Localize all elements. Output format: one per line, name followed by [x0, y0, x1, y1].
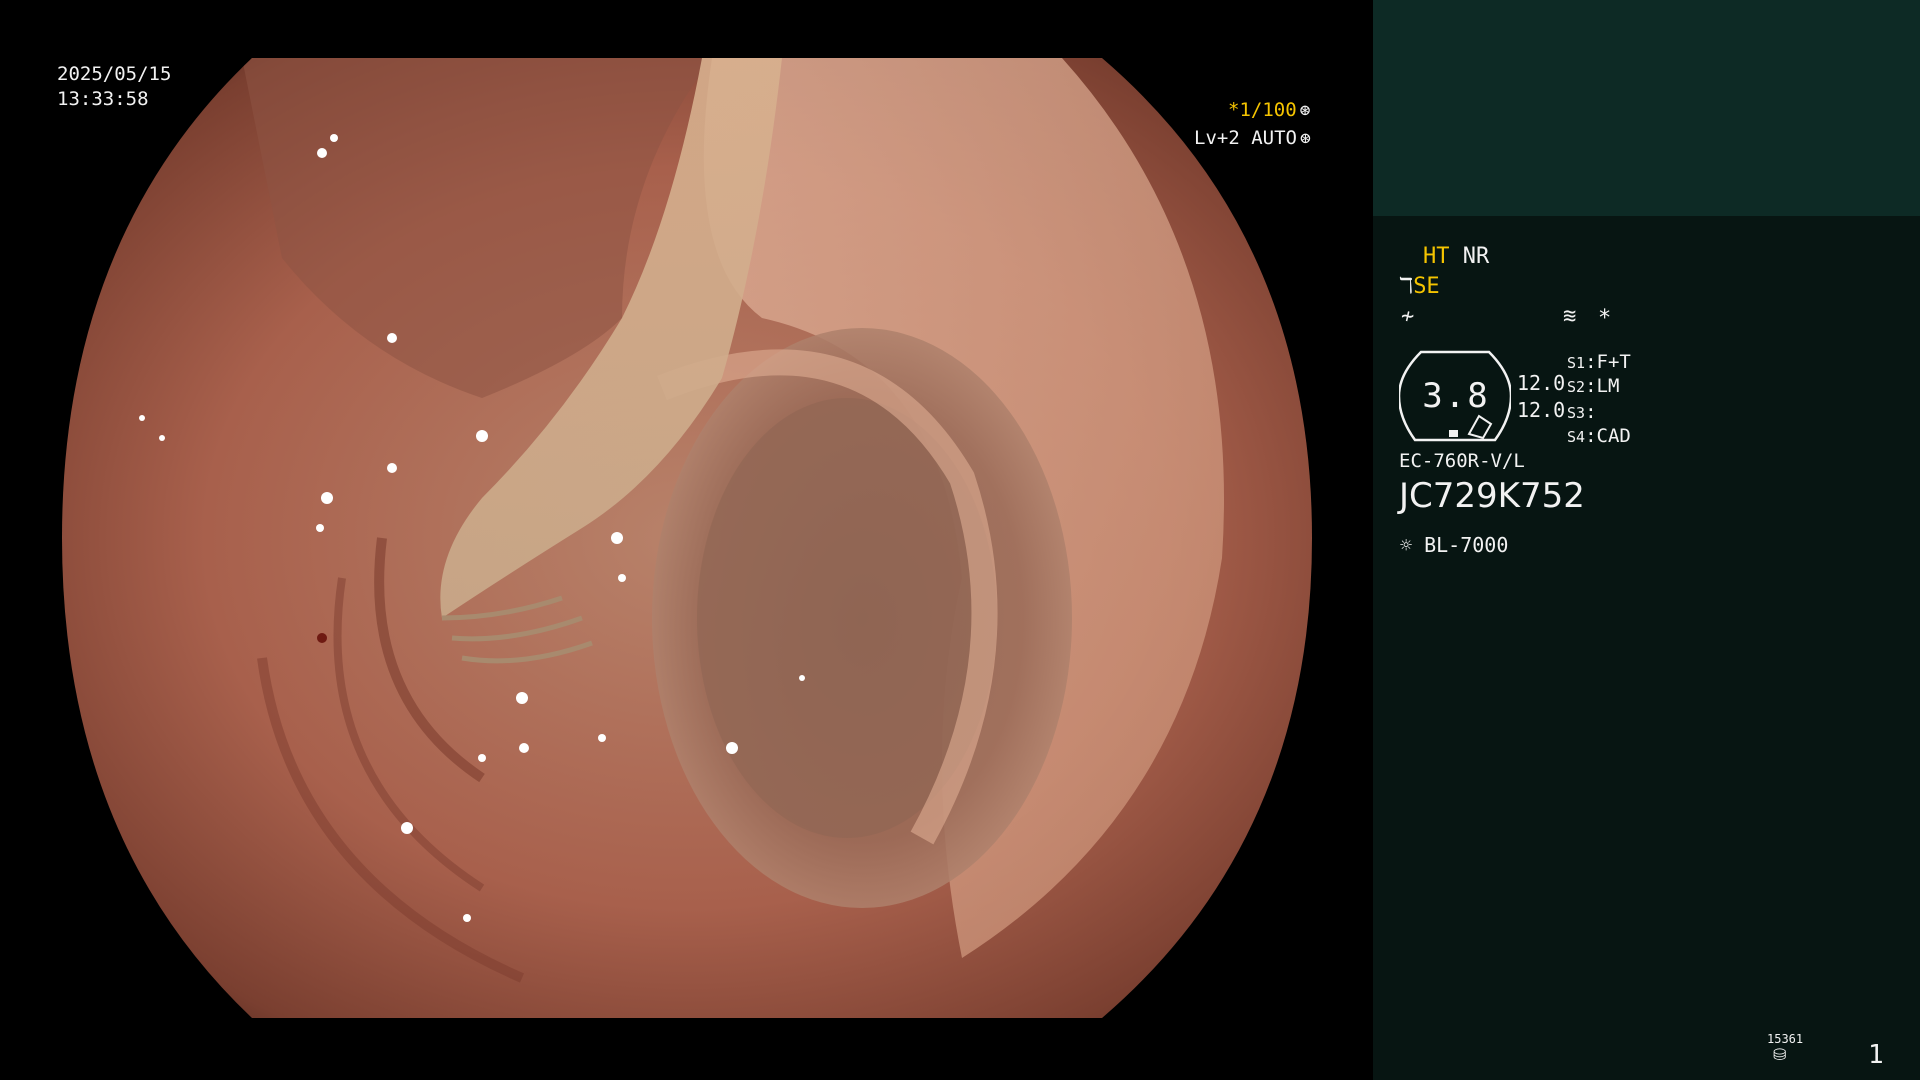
iris-readout: Lv+2 AUTO ⊛	[1194, 126, 1311, 151]
switch-s1: S1:F+T	[1567, 351, 1631, 373]
time-display: 13:33:58	[57, 88, 149, 110]
switch-value: CAD	[1596, 425, 1631, 447]
asterisk-indicator: *	[1598, 306, 1612, 331]
switch-s4: S4:CAD	[1567, 425, 1631, 447]
structure-icon: ≁	[1401, 304, 1415, 329]
switch-key: S2	[1567, 378, 1586, 396]
page-number: 1	[1868, 1040, 1884, 1070]
light-source-label: BL-7000	[1424, 533, 1509, 557]
left-value-2: 12.0	[1517, 398, 1566, 422]
switch-s2: S2:LM	[1567, 375, 1620, 397]
switch-s3: S3:	[1567, 401, 1597, 423]
switch-key: S4	[1567, 428, 1586, 446]
switch-key: S1	[1567, 354, 1586, 372]
se-label: SE	[1413, 274, 1440, 299]
iris-icon: ⊛	[1299, 128, 1311, 149]
counter-small: 15361	[1767, 1032, 1804, 1046]
switch-value: LM	[1596, 375, 1620, 397]
scope-model: EC-760R-V/L	[1399, 450, 1525, 472]
endoscope-view: 2025/05/15 13:33:58 *1/100 ⊛ Lv+2 AUTO ⊛	[0, 0, 1372, 1080]
shutter-readout: *1/100 ⊛	[1228, 98, 1310, 123]
switch-key: S3	[1567, 404, 1586, 422]
info-panel-header	[1373, 0, 1920, 216]
switch-value: F+T	[1596, 351, 1631, 373]
nr-label: NR	[1462, 244, 1490, 269]
storage-icon: ⛁	[1773, 1045, 1787, 1064]
ht-nr-line: HT NR	[1423, 244, 1489, 270]
iris-value: Lv+2 AUTO	[1194, 127, 1297, 149]
endoscopic-image	[62, 58, 1312, 1018]
se-line: ℸSE	[1399, 274, 1440, 300]
scope-serial: JC729K752	[1399, 476, 1585, 516]
shutter-icon: ⊛	[1299, 100, 1311, 121]
light-source-line: ☼ BL-7000	[1400, 532, 1508, 558]
left-value-1: 12.0	[1517, 371, 1566, 395]
light-source-icon: ☼	[1400, 533, 1413, 557]
date-display: 2025/05/15	[57, 63, 172, 85]
shutter-value: *1/100	[1228, 99, 1297, 121]
ht-label: HT	[1423, 244, 1450, 269]
magnification-value: 3.8	[1422, 376, 1490, 416]
color-mode-icon: ≋	[1563, 304, 1577, 329]
endoscopy-monitor: 2025/05/15 13:33:58 *1/100 ⊛ Lv+2 AUTO ⊛ H…	[0, 0, 1920, 1080]
enhancement-icon: ℸ	[1399, 274, 1414, 299]
